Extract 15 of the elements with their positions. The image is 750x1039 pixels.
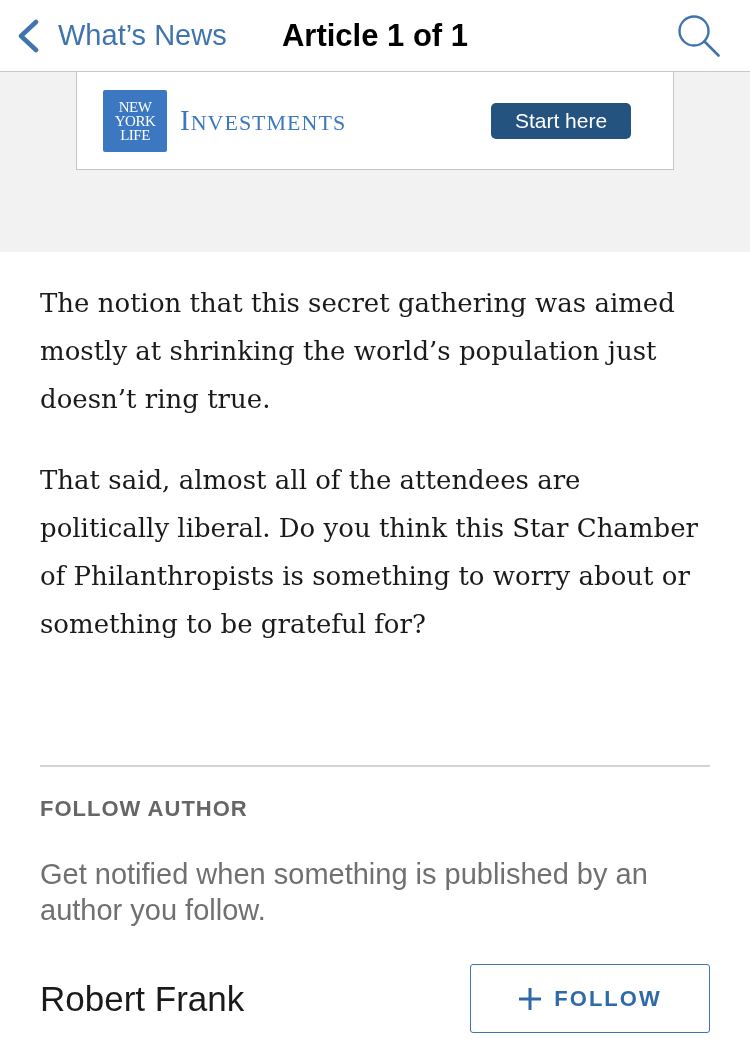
follow-description: Get notified when something is published by an author you follow.: [40, 857, 649, 928]
section-heading: FOLLOW AUTHOR: [40, 795, 249, 823]
logo-text: NEW YORK LIFE: [113, 99, 157, 142]
start-here-button[interactable]: Start here: [491, 102, 631, 139]
back-button[interactable]: What’s News: [16, 18, 227, 53]
article-paragraph: That said, almost all of the attendees are politically liberal. Do you think this Star Chamber of Philanthropists is something to worry about or something to be grateful for?: [40, 464, 699, 641]
plus-icon: [518, 986, 543, 1011]
page-title: Article 1 of 1: [281, 17, 469, 54]
author-name: Robert Frank: [40, 978, 245, 1019]
brand-name: INVESTMENTS: [180, 104, 347, 137]
chevron-left-icon: [16, 18, 40, 53]
follow-button[interactable]: FOLLOW: [470, 964, 710, 1033]
search-icon: [678, 14, 720, 57]
search-button[interactable]: [678, 14, 720, 57]
article-paragraph: The notion that this secret gathering was aimed mostly at shrinking the world’s population just doesn’t ring true.: [40, 287, 676, 416]
